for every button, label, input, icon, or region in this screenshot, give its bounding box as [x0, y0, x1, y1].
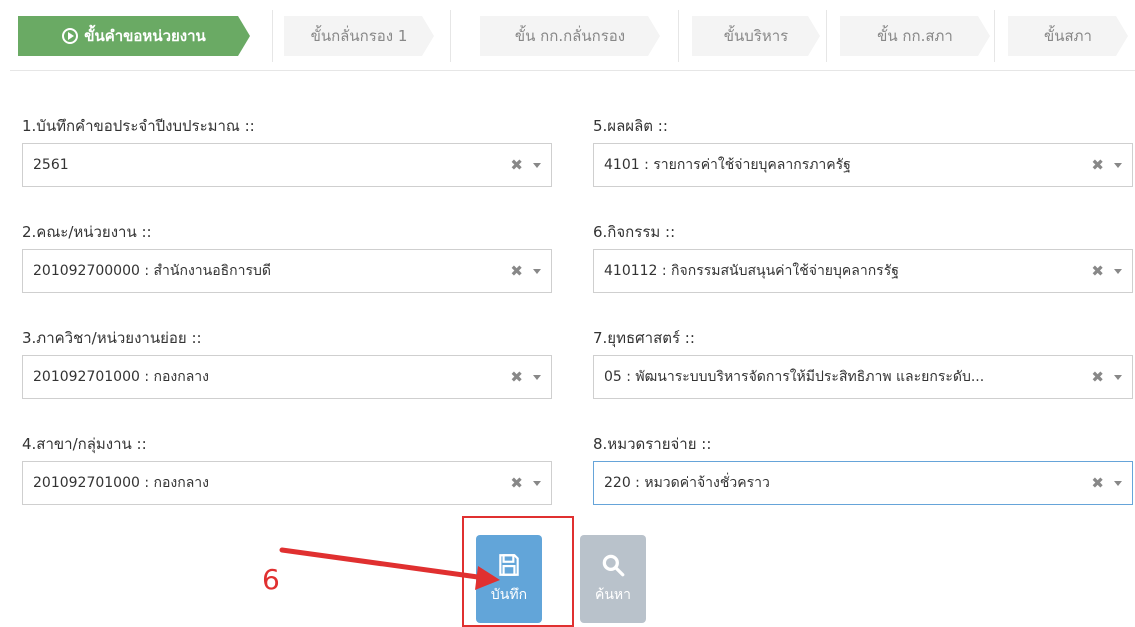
- arrow-icon: [279, 547, 500, 590]
